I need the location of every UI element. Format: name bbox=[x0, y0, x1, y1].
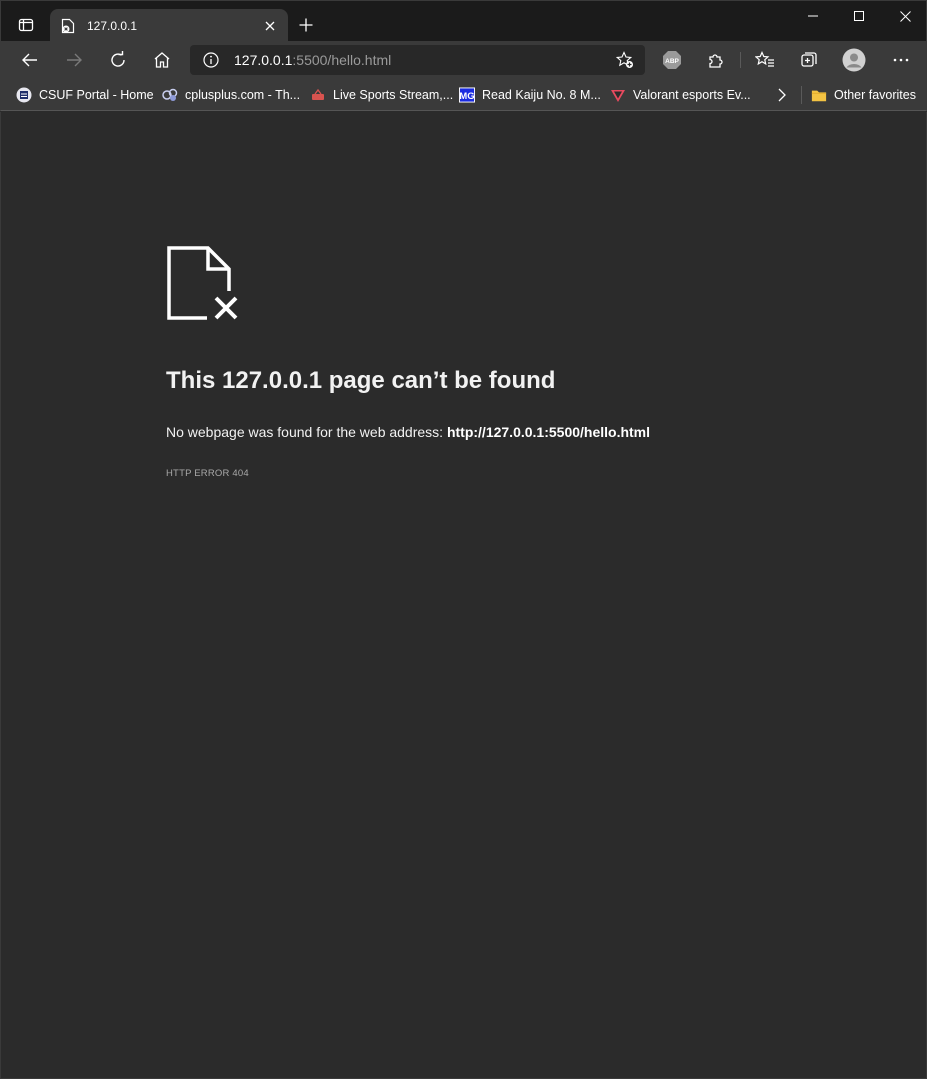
tab-actions-icon[interactable] bbox=[10, 9, 42, 41]
favorite-label: Live Sports Stream,... bbox=[333, 88, 454, 102]
error-title: This 127.0.0.1 page can’t be found bbox=[166, 367, 556, 394]
error-code: HTTP ERROR 404 bbox=[166, 468, 249, 479]
page-error-icon bbox=[60, 18, 76, 34]
page-content: This 127.0.0.1 page can’t be found No we… bbox=[0, 112, 927, 1079]
other-favorites[interactable]: Other favorites bbox=[811, 84, 916, 106]
favorites-divider bbox=[801, 86, 802, 104]
error-description: No webpage was found for the web address… bbox=[166, 424, 650, 440]
favorites-bar: CSUF Portal - Home cplusplus.com - Th...… bbox=[0, 79, 927, 111]
tab-close-icon[interactable] bbox=[258, 14, 282, 38]
home-icon[interactable] bbox=[146, 44, 178, 76]
new-tab-icon[interactable] bbox=[294, 13, 318, 37]
file-not-found-icon bbox=[167, 246, 241, 322]
favorite-label: Valorant esports Ev... bbox=[633, 88, 751, 102]
tab-title: 127.0.0.1 bbox=[87, 18, 138, 33]
cplusplus-icon bbox=[162, 87, 178, 103]
other-favorites-label: Other favorites bbox=[834, 88, 916, 102]
sports-icon bbox=[310, 87, 326, 103]
toolbar-divider bbox=[740, 52, 741, 68]
favorites-overflow-icon[interactable] bbox=[777, 84, 787, 106]
folder-icon bbox=[811, 87, 827, 103]
collections-icon[interactable] bbox=[793, 44, 825, 76]
extensions-icon[interactable] bbox=[700, 44, 732, 76]
active-tab[interactable]: 127.0.0.1 bbox=[50, 9, 288, 42]
favorite-item-cplusplus[interactable]: cplusplus.com - Th... bbox=[162, 84, 300, 106]
profile-icon[interactable] bbox=[838, 44, 870, 76]
favorite-label: CSUF Portal - Home bbox=[39, 88, 154, 102]
favorites-icon[interactable] bbox=[749, 44, 781, 76]
csuf-icon bbox=[16, 87, 32, 103]
add-favorite-icon[interactable] bbox=[611, 46, 639, 74]
back-icon[interactable] bbox=[14, 44, 46, 76]
error-description-text: No webpage was found for the web address… bbox=[166, 424, 447, 440]
url-host: 127.0.0.1 bbox=[234, 52, 293, 68]
minimize-icon[interactable] bbox=[790, 1, 836, 31]
favorite-item-manga[interactable]: MG Read Kaiju No. 8 M... bbox=[459, 84, 601, 106]
more-icon[interactable] bbox=[885, 44, 917, 76]
title-bar: 127.0.0.1 bbox=[0, 0, 927, 42]
favorite-label: cplusplus.com - Th... bbox=[185, 88, 301, 102]
valorant-icon bbox=[610, 87, 626, 103]
error-url: http://127.0.0.1:5500/hello.html bbox=[446, 424, 651, 440]
adblock-icon[interactable]: ABP bbox=[656, 44, 688, 76]
toolbar: 127.0.0.1:5500/hello.html ABP bbox=[0, 41, 927, 79]
forward-icon[interactable] bbox=[58, 44, 90, 76]
svg-text:MG: MG bbox=[459, 90, 474, 101]
maximize-icon[interactable] bbox=[836, 1, 882, 31]
close-icon[interactable] bbox=[882, 1, 927, 31]
refresh-icon[interactable] bbox=[102, 44, 134, 76]
favorite-item-sports[interactable]: Live Sports Stream,... bbox=[310, 84, 453, 106]
favorite-label: Read Kaiju No. 8 M... bbox=[482, 88, 601, 102]
svg-text:ABP: ABP bbox=[665, 58, 679, 65]
address-bar[interactable]: 127.0.0.1:5500/hello.html bbox=[190, 45, 645, 75]
favorite-item-valorant[interactable]: Valorant esports Ev... bbox=[610, 84, 751, 106]
url-text[interactable]: 127.0.0.1:5500/hello.html bbox=[234, 52, 611, 68]
url-path: :5500/hello.html bbox=[292, 52, 392, 68]
manga-icon: MG bbox=[459, 87, 475, 103]
site-info-icon[interactable] bbox=[202, 51, 220, 69]
favorite-item-csuf[interactable]: CSUF Portal - Home bbox=[16, 84, 154, 106]
